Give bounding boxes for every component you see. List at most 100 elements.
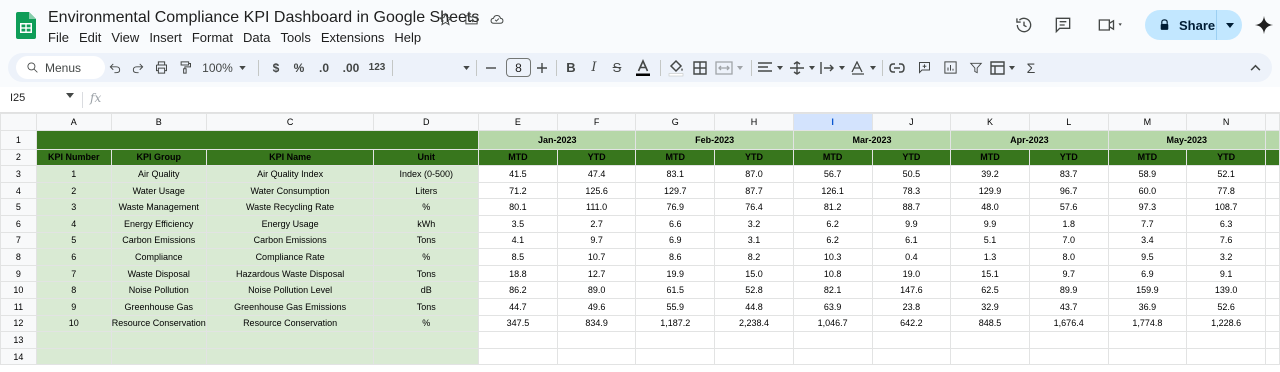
document-title[interactable]: Environmental Compliance KPI Dashboard i… — [48, 9, 479, 27]
ytd-value-cell[interactable]: 6.3 — [1186, 214, 1266, 233]
redo-icon[interactable] — [127, 53, 149, 82]
kpi-name-cell[interactable]: Compliance Rate — [205, 248, 375, 266]
currency-format-button[interactable]: $ — [266, 53, 286, 82]
ytd-value-cell[interactable]: 44.8 — [714, 297, 794, 316]
column-header[interactable]: H — [714, 113, 794, 131]
header-ytd[interactable]: YTD — [556, 148, 637, 167]
column-header[interactable]: E — [478, 113, 558, 131]
ytd-value-cell[interactable]: 47.4 — [556, 165, 637, 183]
text-rotation-icon[interactable] — [849, 53, 879, 82]
mtd-value-cell[interactable]: 1,046.7 — [792, 314, 873, 333]
menu-edit[interactable]: Edit — [74, 29, 106, 46]
empty-cell[interactable] — [556, 347, 637, 366]
empty-kpi-cell[interactable] — [373, 331, 480, 349]
ytd-value-cell[interactable]: 89.9 — [1028, 281, 1109, 299]
print-icon[interactable] — [150, 53, 172, 82]
font-family-select[interactable] — [398, 53, 470, 82]
mtd-value-cell[interactable]: 1.3 — [950, 248, 1030, 266]
kpi-number-cell[interactable]: 8 — [35, 281, 112, 299]
month-header[interactable]: Apr-2023 — [950, 129, 1109, 150]
ytd-value-cell[interactable]: 88.7 — [871, 198, 952, 216]
ytd-value-cell[interactable]: 10.7 — [556, 248, 637, 266]
ytd-value-cell[interactable]: 1.8 — [1028, 214, 1109, 233]
kpi-group-cell[interactable]: Waste Management — [110, 198, 207, 216]
mtd-value-cell[interactable]: 36.9 — [1107, 297, 1188, 316]
empty-cell[interactable] — [792, 347, 873, 366]
mtd-value-cell[interactable]: 86.2 — [478, 281, 558, 299]
unit-cell[interactable]: dB — [373, 281, 480, 299]
ytd-value-cell[interactable]: 87.0 — [714, 165, 794, 183]
row-header[interactable]: 5 — [0, 198, 37, 216]
insert-comment-icon[interactable] — [913, 53, 935, 82]
empty-cell[interactable] — [1264, 248, 1280, 266]
menu-help[interactable]: Help — [389, 29, 426, 46]
empty-cell[interactable] — [950, 331, 1030, 349]
empty-cell[interactable] — [792, 331, 873, 349]
header-ytd[interactable]: YTD — [1028, 148, 1109, 167]
header-mtd[interactable]: MTD — [950, 148, 1030, 167]
unit-cell[interactable]: % — [373, 198, 480, 216]
mtd-value-cell[interactable]: 60.0 — [1107, 181, 1188, 200]
menu-format[interactable]: Format — [187, 29, 238, 46]
kpi-name-cell[interactable]: Noise Pollution Level — [205, 281, 375, 299]
empty-cell[interactable] — [1264, 214, 1280, 233]
empty-cell[interactable] — [1186, 331, 1266, 349]
empty-kpi-cell[interactable] — [205, 331, 375, 349]
mtd-value-cell[interactable]: 1,774.8 — [1107, 314, 1188, 333]
kpi-name-cell[interactable]: Resource Conservation — [205, 314, 375, 333]
kpi-group-cell[interactable]: Air Quality — [110, 165, 207, 183]
spreadsheet-grid[interactable]: A B C D E F G H I J K L M N 1 Jan-2023 F… — [0, 113, 1280, 372]
header-kpi-number[interactable]: KPI Number — [35, 148, 112, 167]
unit-cell[interactable]: % — [373, 248, 480, 266]
column-header[interactable]: L — [1028, 113, 1109, 131]
ytd-value-cell[interactable]: 0.4 — [871, 248, 952, 266]
kpi-name-cell[interactable]: Hazardous Waste Disposal — [205, 264, 375, 283]
mtd-value-cell[interactable]: 6.2 — [792, 231, 873, 250]
empty-cell[interactable] — [1264, 165, 1280, 183]
header-mtd[interactable]: MTD — [792, 148, 873, 167]
header-ytd[interactable]: YTD — [1186, 148, 1266, 167]
column-header[interactable]: G — [635, 113, 716, 131]
empty-cell[interactable] — [1186, 347, 1266, 366]
row-header[interactable]: 1 — [0, 129, 37, 150]
mtd-value-cell[interactable]: 61.5 — [635, 281, 716, 299]
borders-icon[interactable] — [689, 53, 711, 82]
text-color-icon[interactable] — [632, 53, 654, 82]
ytd-value-cell[interactable]: 76.4 — [714, 198, 794, 216]
header-ytd[interactable]: YTD — [871, 148, 952, 167]
mtd-value-cell[interactable]: 9.5 — [1107, 248, 1188, 266]
row-header[interactable]: 2 — [0, 148, 37, 167]
unit-cell[interactable]: % — [373, 314, 480, 333]
empty-cell[interactable] — [714, 331, 794, 349]
header-mtd[interactable]: MTD — [1107, 148, 1188, 167]
italic-icon[interactable]: I — [585, 53, 603, 82]
empty-cell[interactable] — [871, 331, 952, 349]
empty-kpi-cell[interactable] — [35, 331, 112, 349]
row-header[interactable]: 6 — [0, 214, 37, 233]
empty-kpi-cell[interactable] — [205, 347, 375, 366]
empty-cell[interactable] — [1028, 331, 1109, 349]
row-header[interactable]: 11 — [0, 297, 37, 316]
menu-view[interactable]: View — [106, 29, 144, 46]
ytd-value-cell[interactable]: 7.6 — [1186, 231, 1266, 250]
ytd-value-cell[interactable]: 2.7 — [556, 214, 637, 233]
row-header[interactable]: 12 — [0, 314, 37, 333]
header-mtd[interactable]: MTD — [478, 148, 558, 167]
mtd-value-cell[interactable]: 9.9 — [950, 214, 1030, 233]
unit-cell[interactable]: Tons — [373, 231, 480, 250]
column-header[interactable]: F — [556, 113, 637, 131]
ytd-value-cell[interactable]: 7.0 — [1028, 231, 1109, 250]
row-header[interactable]: 14 — [0, 347, 37, 366]
menu-data[interactable]: Data — [238, 29, 275, 46]
kpi-group-cell[interactable]: Energy Efficiency — [110, 214, 207, 233]
empty-cell[interactable] — [871, 347, 952, 366]
collapse-toolbar-icon[interactable] — [1244, 53, 1266, 82]
ytd-value-cell[interactable]: 8.2 — [714, 248, 794, 266]
menu-insert[interactable]: Insert — [144, 29, 187, 46]
month-header[interactable]: May-2023 — [1107, 129, 1266, 150]
ytd-value-cell[interactable]: 23.8 — [871, 297, 952, 316]
ytd-value-cell[interactable]: 8.0 — [1028, 248, 1109, 266]
ytd-value-cell[interactable]: 52.6 — [1186, 297, 1266, 316]
ytd-value-cell[interactable]: 1,676.4 — [1028, 314, 1109, 333]
ytd-value-cell[interactable]: 125.6 — [556, 181, 637, 200]
